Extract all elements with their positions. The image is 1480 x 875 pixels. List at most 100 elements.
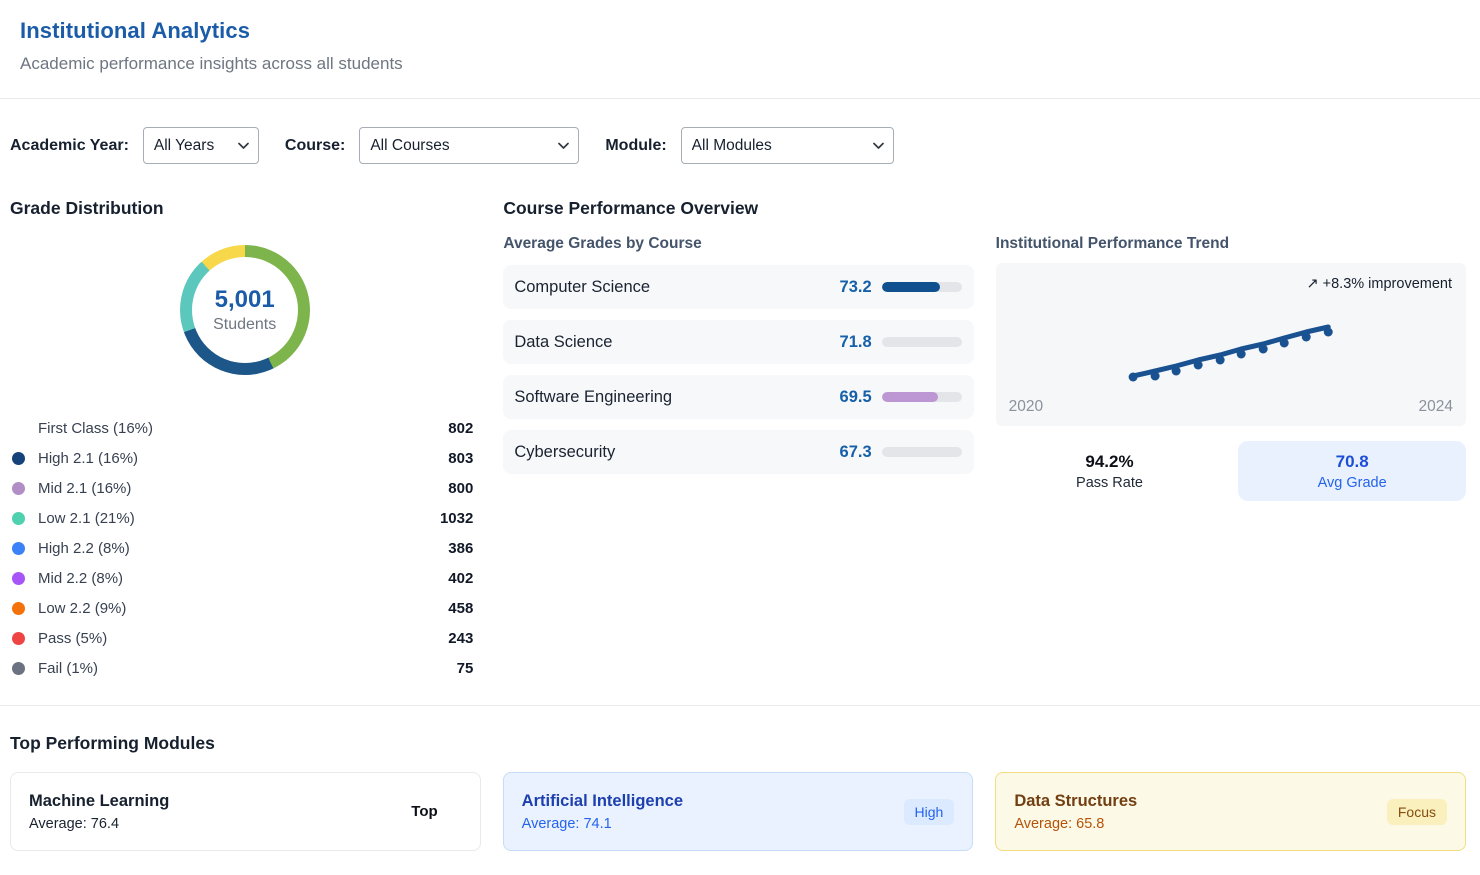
legend-item: Pass (5%) 243 bbox=[10, 623, 473, 653]
filter-module: Module: All Modules bbox=[605, 127, 893, 164]
legend-count: 802 bbox=[448, 420, 473, 437]
legend-label: Fail (1%) bbox=[38, 660, 457, 677]
module-name: Artificial Intelligence bbox=[522, 792, 904, 811]
module-badge: Top bbox=[400, 798, 461, 825]
module-select[interactable]: All Modules bbox=[681, 127, 894, 164]
grade-donut-chart: 5,001 Students bbox=[180, 245, 310, 375]
grade-bar-fill bbox=[882, 282, 940, 292]
trend-x-axis: 2020 2024 bbox=[1009, 398, 1453, 416]
module-cards: Machine Learning Average: 76.4 Top Artif… bbox=[10, 772, 1466, 851]
donut-total-students: 5,001 bbox=[215, 286, 275, 314]
trend-stat: 94.2% Pass Rate bbox=[996, 441, 1224, 501]
donut-chart-wrap: 5,001 Students bbox=[10, 245, 479, 375]
course-select[interactable]: All Courses bbox=[359, 127, 579, 164]
legend-label: Low 2.2 (9%) bbox=[38, 600, 448, 617]
grade-distribution-section: Grade Distribution 5,001 Students First … bbox=[10, 198, 479, 683]
legend-count: 803 bbox=[448, 450, 473, 467]
legend-label: Mid 2.2 (8%) bbox=[38, 570, 448, 587]
module-card-info: Artificial Intelligence Average: 74.1 bbox=[522, 792, 904, 832]
trend-data-point bbox=[1279, 339, 1288, 348]
legend-count: 458 bbox=[448, 600, 473, 617]
legend-item: Low 2.1 (21%) 1032 bbox=[10, 503, 473, 533]
legend-color-dot bbox=[12, 482, 25, 495]
grade-bar-track bbox=[882, 447, 962, 457]
legend-item: Fail (1%) 75 bbox=[10, 653, 473, 683]
trend-data-point bbox=[1193, 361, 1202, 370]
course-performance-grid: Average Grades by Course Computer Scienc… bbox=[503, 219, 1466, 501]
stat-value: 94.2% bbox=[1085, 452, 1133, 472]
module-card: Machine Learning Average: 76.4 Top bbox=[10, 772, 481, 851]
module-name: Data Structures bbox=[1014, 792, 1387, 811]
legend-label: Mid 2.1 (16%) bbox=[38, 480, 448, 497]
legend-count: 386 bbox=[448, 540, 473, 557]
trend-chart-card: ↗ +8.3% improvement 2020 2024 bbox=[996, 263, 1466, 426]
course-performance-heading: Course Performance Overview bbox=[503, 198, 1466, 219]
grade-distribution-heading: Grade Distribution bbox=[10, 198, 479, 219]
trend-up-icon: ↗ bbox=[1306, 276, 1318, 292]
trend-data-point bbox=[1150, 372, 1159, 381]
course-rows: Computer Science 73.2 Data Science 71.8 … bbox=[503, 265, 973, 474]
dashboard-grid: Grade Distribution 5,001 Students First … bbox=[0, 164, 1480, 683]
trend-year-start: 2020 bbox=[1009, 398, 1043, 416]
course-name: Cybersecurity bbox=[514, 443, 839, 462]
module-name: Machine Learning bbox=[29, 792, 400, 811]
course-row: Cybersecurity 67.3 bbox=[503, 430, 973, 474]
course-select-wrap: All Courses bbox=[359, 127, 579, 164]
donut-center: 5,001 Students bbox=[192, 257, 298, 363]
module-card: Artificial Intelligence Average: 74.1 Hi… bbox=[503, 772, 974, 851]
improvement-indicator: ↗ +8.3% improvement bbox=[1306, 276, 1452, 292]
avg-grades-subheading: Average Grades by Course bbox=[503, 235, 973, 253]
legend-color-dot bbox=[12, 452, 25, 465]
course-name: Software Engineering bbox=[514, 388, 839, 407]
section-divider bbox=[0, 705, 1480, 706]
filter-academic-year: Academic Year: All Years bbox=[10, 127, 259, 164]
module-select-wrap: All Modules bbox=[681, 127, 894, 164]
page-header: Institutional Analytics Academic perform… bbox=[0, 0, 1480, 74]
course-avg-grade: 67.3 bbox=[840, 443, 872, 462]
grade-bar-track bbox=[882, 392, 962, 402]
academic-year-select-wrap: All Years bbox=[143, 127, 259, 164]
legend-count: 402 bbox=[448, 570, 473, 587]
module-badge: High bbox=[904, 799, 955, 825]
trend-data-point bbox=[1128, 373, 1137, 382]
legend-label: Low 2.1 (21%) bbox=[38, 510, 440, 527]
legend-count: 75 bbox=[457, 660, 474, 677]
grade-bar-track bbox=[882, 337, 962, 347]
filter-course: Course: All Courses bbox=[285, 127, 579, 164]
legend-color-dot bbox=[12, 662, 25, 675]
legend-count: 1032 bbox=[440, 510, 473, 527]
module-average: Average: 65.8 bbox=[1014, 816, 1387, 832]
donut-center-label: Students bbox=[213, 316, 276, 334]
trend-data-point bbox=[1236, 350, 1245, 359]
course-name: Computer Science bbox=[514, 278, 839, 297]
legend-color-dot bbox=[12, 422, 25, 435]
course-row: Computer Science 73.2 bbox=[503, 265, 973, 309]
page-subtitle: Academic performance insights across all… bbox=[20, 54, 1460, 74]
legend-label: Pass (5%) bbox=[38, 630, 448, 647]
legend-color-dot bbox=[12, 542, 25, 555]
trend-data-point bbox=[1171, 367, 1180, 376]
module-card-info: Data Structures Average: 65.8 bbox=[1014, 792, 1387, 832]
stat-label: Pass Rate bbox=[1076, 475, 1143, 491]
course-label: Course: bbox=[285, 137, 345, 155]
module-average: Average: 74.1 bbox=[522, 816, 904, 832]
top-modules-section: Top Performing Modules Machine Learning … bbox=[0, 733, 1480, 851]
course-avg-grade: 71.8 bbox=[840, 333, 872, 352]
trend-data-point bbox=[1323, 328, 1332, 337]
academic-year-select[interactable]: All Years bbox=[143, 127, 259, 164]
filters-bar: Academic Year: All Years Course: All Cou… bbox=[0, 99, 1480, 164]
trend-data-point bbox=[1258, 345, 1267, 354]
academic-year-label: Academic Year: bbox=[10, 137, 129, 155]
legend-count: 243 bbox=[448, 630, 473, 647]
module-label: Module: bbox=[605, 137, 666, 155]
course-name: Data Science bbox=[514, 333, 839, 352]
module-average: Average: 76.4 bbox=[29, 816, 400, 832]
module-card-info: Machine Learning Average: 76.4 bbox=[29, 792, 400, 832]
grade-legend: First Class (16%) 802 High 2.1 (16%) 803… bbox=[10, 413, 479, 683]
stat-value: 70.8 bbox=[1336, 452, 1369, 472]
trend-data-point bbox=[1215, 356, 1224, 365]
legend-color-dot bbox=[12, 512, 25, 525]
avg-grades-panel: Average Grades by Course Computer Scienc… bbox=[503, 219, 973, 501]
legend-label: High 2.2 (8%) bbox=[38, 540, 448, 557]
legend-color-dot bbox=[12, 572, 25, 585]
